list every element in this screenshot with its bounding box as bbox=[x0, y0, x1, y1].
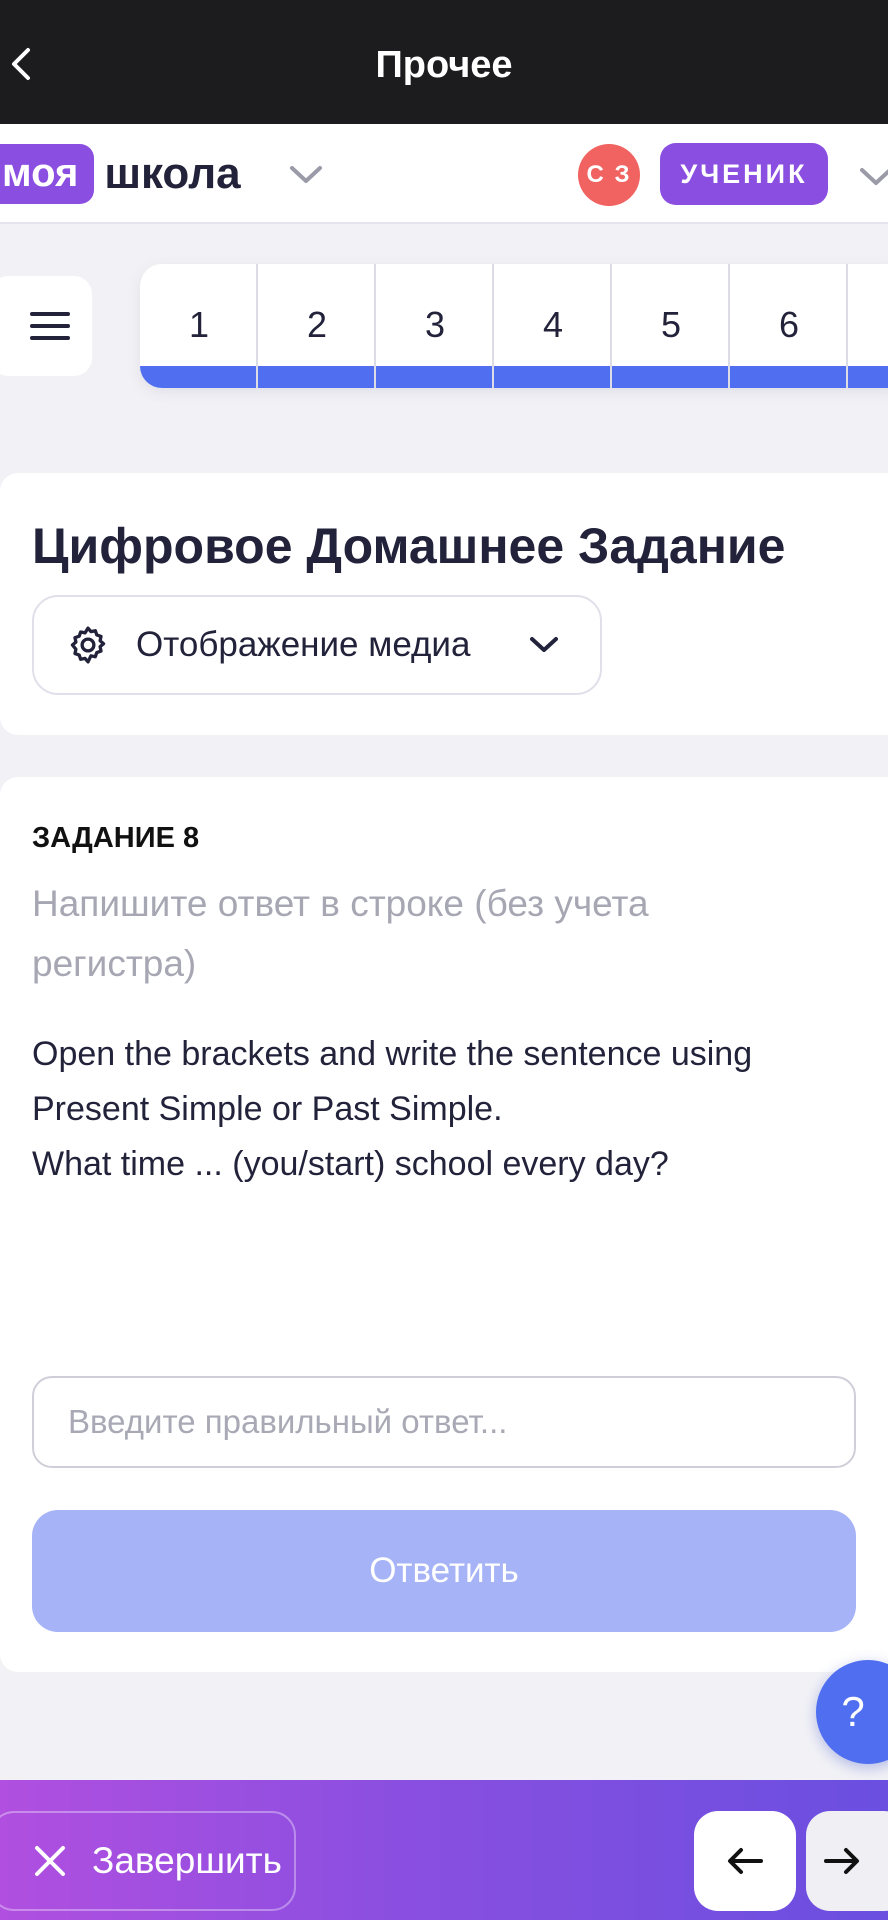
task-label: ЗАДАНИЕ 8 bbox=[32, 822, 200, 854]
task-tab[interactable]: 6 bbox=[730, 264, 848, 388]
task-progress-bar bbox=[612, 366, 730, 388]
task-tab[interactable]: 2 bbox=[258, 264, 376, 388]
question-line: Present Simple or Past Simple. bbox=[32, 1090, 503, 1128]
task-progress-bar bbox=[730, 366, 848, 388]
task-tab[interactable]: 5 bbox=[612, 264, 730, 388]
task-number: 3 bbox=[424, 304, 446, 345]
logo[interactable]: моя школа bbox=[0, 144, 241, 204]
task-card: ЗАДАНИЕ 8 Напишите ответ в строке (без у… bbox=[0, 777, 888, 1672]
task-question: Open the brackets and write the sentence… bbox=[32, 1027, 872, 1192]
media-display-label: Отображение медиа bbox=[136, 625, 471, 664]
task-progress-bar bbox=[494, 366, 612, 388]
role-badge[interactable]: УЧЕНИК bbox=[660, 143, 828, 205]
finish-button[interactable]: Завершить bbox=[0, 1811, 296, 1911]
page-title: Прочее bbox=[375, 44, 513, 86]
app-header: моя школа С З УЧЕНИК bbox=[0, 124, 888, 224]
task-number: 4 bbox=[542, 304, 564, 345]
menu-button[interactable] bbox=[0, 276, 92, 376]
task-number bbox=[848, 264, 888, 364]
task-navigator: 1 2 3 4 5 6 bbox=[140, 264, 888, 388]
top-bar: Прочее bbox=[0, 0, 888, 124]
arrow-right-icon bbox=[824, 1848, 859, 1874]
task-tab[interactable]: 3 bbox=[376, 264, 494, 388]
next-task-button[interactable] bbox=[806, 1811, 888, 1911]
finish-label: Завершить bbox=[92, 1840, 282, 1881]
close-icon bbox=[35, 1846, 65, 1876]
task-tab[interactable]: 4 bbox=[494, 264, 612, 388]
chevron-down-icon bbox=[530, 637, 558, 652]
task-hint: Напишите ответ в строке (без учета регис… bbox=[32, 883, 649, 984]
homework-title: Цифровое Домашнее Задание bbox=[32, 518, 786, 574]
task-tab[interactable] bbox=[848, 264, 888, 388]
logo-part-moya: моя bbox=[0, 144, 95, 204]
submit-answer-button[interactable]: Ответить bbox=[32, 1510, 856, 1632]
homework-header-card: Цифровое Домашнее Задание Отображение ме… bbox=[0, 473, 888, 735]
arrow-left-icon bbox=[728, 1848, 763, 1874]
gear-icon bbox=[70, 626, 106, 664]
task-progress-bar bbox=[140, 366, 258, 388]
task-number: 1 bbox=[188, 304, 210, 345]
media-display-dropdown[interactable]: Отображение медиа bbox=[32, 595, 602, 695]
avatar[interactable]: С З bbox=[578, 144, 640, 206]
task-progress-bar bbox=[258, 366, 376, 388]
chevron-down-icon[interactable] bbox=[858, 166, 888, 188]
chevron-down-icon[interactable] bbox=[288, 164, 324, 186]
question-line: Open the brackets and write the sentence… bbox=[32, 1035, 753, 1073]
task-progress-bar bbox=[848, 366, 888, 388]
help-button[interactable]: ? bbox=[816, 1660, 888, 1764]
hamburger-menu-icon bbox=[30, 312, 70, 340]
task-number: 2 bbox=[306, 304, 328, 345]
help-icon: ? bbox=[841, 1688, 865, 1735]
question-line: What time ... (you/start) school every d… bbox=[32, 1145, 669, 1183]
previous-task-button[interactable] bbox=[694, 1811, 796, 1911]
task-tab[interactable]: 1 bbox=[140, 264, 258, 388]
task-progress-bar bbox=[376, 366, 494, 388]
task-number: 6 bbox=[778, 304, 800, 345]
bottom-bar: Завершить bbox=[0, 1780, 888, 1920]
answer-input[interactable] bbox=[32, 1376, 856, 1468]
logo-part-shkola: школа bbox=[104, 149, 241, 198]
task-number: 5 bbox=[660, 304, 682, 345]
